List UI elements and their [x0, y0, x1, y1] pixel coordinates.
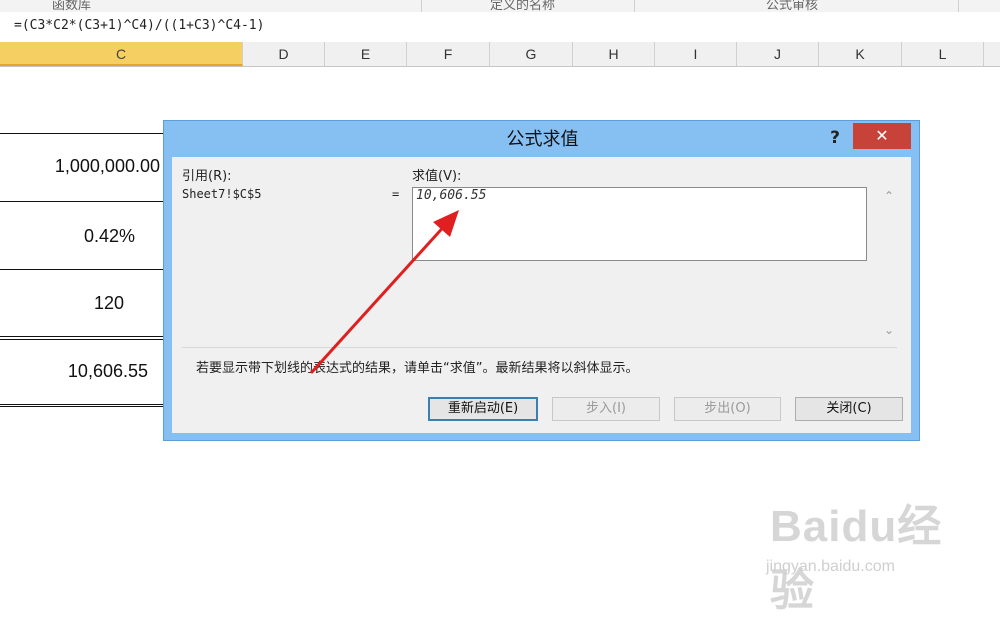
watermark-logo: Baidu经验 [770, 502, 943, 615]
arrow-shaft [310, 220, 450, 374]
baidu-watermark: Baidu经验 jingyan.baidu.com [766, 490, 970, 615]
watermark-url: jingyan.baidu.com [766, 558, 895, 575]
